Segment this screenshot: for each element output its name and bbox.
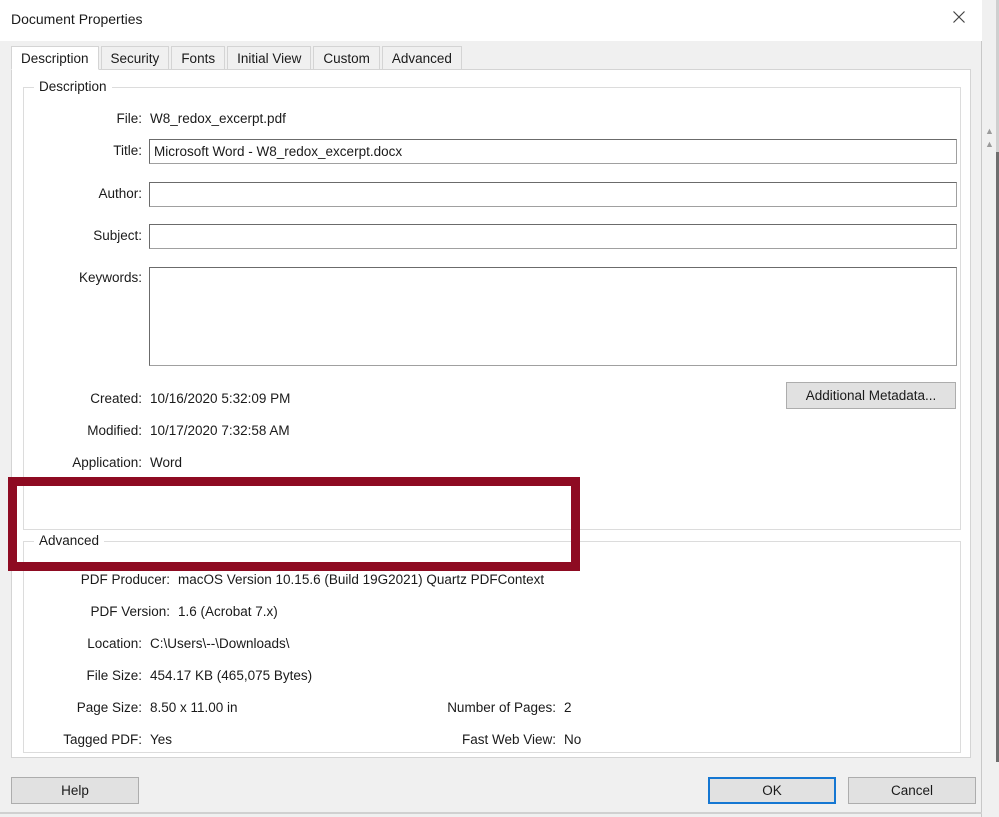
ok-button[interactable]: OK (708, 777, 836, 804)
author-input[interactable] (149, 182, 957, 207)
dialog-title: Document Properties (11, 11, 143, 27)
cancel-button[interactable]: Cancel (848, 777, 976, 804)
tab-page-description: Description File: W8_redox_excerpt.pdf T… (11, 69, 971, 758)
advanced-groupbox: Advanced PDF Producer: macOS Version 10.… (23, 533, 961, 753)
location-value: C:\Users\--\Downloads\ (150, 636, 290, 651)
page-size-value: 8.50 x 11.00 in (150, 700, 238, 715)
footer-separator (0, 812, 982, 814)
background-scroll-arrow-icon: ▲ ▲ (985, 126, 994, 149)
file-value: W8_redox_excerpt.pdf (150, 111, 286, 126)
location-label: Location: (87, 636, 142, 651)
tab-description[interactable]: Description (11, 46, 99, 70)
page-size-label: Page Size: (76, 700, 142, 715)
title-input[interactable] (149, 139, 957, 164)
tabstrip: Description Security Fonts Initial View … (11, 46, 971, 70)
tab-custom[interactable]: Custom (313, 46, 380, 70)
modified-label: Modified: (87, 423, 142, 438)
document-properties-dialog: Document Properties Description Security… (0, 0, 982, 817)
pdf-version-label: PDF Version: (90, 604, 170, 619)
tagged-pdf-label: Tagged PDF: (63, 732, 142, 747)
fast-web-view-label: Fast Web View: (461, 732, 556, 747)
title-label: Title: (113, 143, 142, 158)
fast-web-view-value: No (564, 732, 582, 747)
application-label: Application: (72, 455, 142, 470)
keywords-label: Keywords: (78, 270, 142, 285)
author-label: Author: (98, 186, 142, 201)
created-label: Created: (90, 391, 142, 406)
modified-value: 10/17/2020 7:32:58 AM (150, 423, 290, 438)
tab-fonts[interactable]: Fonts (171, 46, 226, 70)
close-icon[interactable] (936, 0, 982, 33)
tab-initial-view[interactable]: Initial View (227, 46, 312, 70)
pdf-version-value: 1.6 (Acrobat 7.x) (178, 604, 278, 619)
keywords-textarea[interactable] (149, 267, 957, 366)
number-of-pages-value: 2 (564, 700, 572, 715)
tab-advanced[interactable]: Advanced (381, 46, 462, 70)
pdf-producer-label: PDF Producer: (80, 572, 170, 587)
tagged-pdf-value: Yes (150, 732, 173, 747)
file-size-value: 454.17 KB (465,075 Bytes) (150, 668, 313, 683)
subject-label: Subject: (93, 228, 142, 243)
help-button[interactable]: Help (11, 777, 139, 804)
advanced-group-legend: Advanced (34, 533, 105, 548)
description-group-legend: Description (34, 79, 112, 94)
description-groupbox: Description File: W8_redox_excerpt.pdf T… (23, 79, 961, 530)
file-label: File: (116, 111, 142, 126)
subject-input[interactable] (149, 224, 957, 249)
file-size-label: File Size: (86, 668, 142, 683)
tab-security[interactable]: Security (100, 46, 170, 70)
additional-metadata-button[interactable]: Additional Metadata... (786, 382, 956, 409)
pdf-producer-value: macOS Version 10.15.6 (Build 19G2021) Qu… (178, 572, 545, 587)
application-value: Word (150, 455, 183, 470)
created-value: 10/16/2020 5:32:09 PM (150, 391, 291, 406)
number-of-pages-label: Number of Pages: (447, 700, 556, 715)
dialog-titlebar: Document Properties (0, 0, 982, 41)
